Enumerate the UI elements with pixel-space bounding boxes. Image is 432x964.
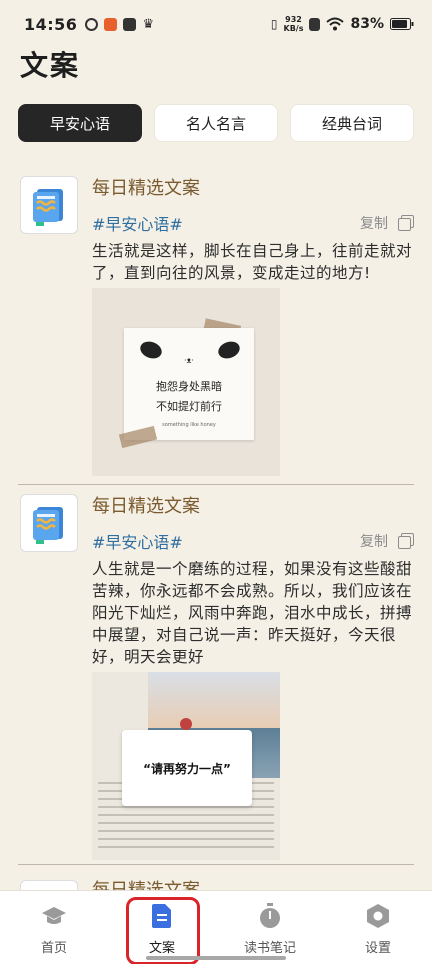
sim-off-icon bbox=[309, 17, 321, 31]
app-notification-icon bbox=[85, 17, 99, 31]
battery-icon bbox=[390, 18, 414, 30]
stopwatch-icon bbox=[257, 903, 283, 929]
page-title: 文案 bbox=[20, 49, 81, 82]
post-title: 每日精选文案 bbox=[92, 496, 200, 517]
bottom-navigation: 首页 文案 读书笔记 设置 bbox=[0, 890, 432, 964]
post-title: 每日精选文案 bbox=[92, 178, 200, 199]
post-card: 每日精选文案 #早安心语# 复制 人生就是一个磨练的过程，如果没有这些酸甜苦辣，… bbox=[0, 488, 432, 868]
nav-reading-notes-label: 读书笔记 bbox=[243, 941, 296, 956]
sky-photo bbox=[148, 672, 280, 728]
nav-home-label: 首页 bbox=[40, 941, 67, 956]
speed-unit: KB/s bbox=[283, 24, 304, 33]
vibrate-icon: ▯ bbox=[270, 17, 278, 31]
copy-button[interactable]: 复制 bbox=[360, 531, 414, 551]
status-time: 14:56 bbox=[24, 14, 78, 34]
post-hashtag[interactable]: #早安心语# bbox=[92, 529, 183, 553]
pin-icon bbox=[180, 718, 192, 730]
network-speed: 932 KB/s bbox=[284, 15, 304, 33]
book-avatar-icon bbox=[20, 176, 78, 234]
post-card: 每日精选文案 #早安心语# 复制 生活就是这样，脚长在自己身上，往前走就对了，直… bbox=[0, 170, 432, 488]
status-notification-icons: ♛ bbox=[85, 17, 154, 32]
nav-settings-label: 设置 bbox=[364, 941, 391, 956]
nav-home[interactable]: 首页 bbox=[0, 891, 108, 964]
note-line-1: 抱怨身处黑暗 bbox=[156, 380, 222, 393]
divider bbox=[18, 864, 414, 865]
tab-classic-lines[interactable]: 经典台词 bbox=[290, 104, 414, 142]
app-badge-icon bbox=[104, 17, 118, 31]
mail-icon bbox=[123, 17, 137, 31]
post-image[interactable]: ·ᴥ· 抱怨身处黑暗 不如提灯前行 something like honey bbox=[92, 288, 280, 476]
panda-note-card: ·ᴥ· 抱怨身处黑暗 不如提灯前行 something like honey bbox=[124, 328, 254, 440]
status-right: ▯ 932 KB/s 83% bbox=[271, 15, 414, 33]
divider bbox=[18, 484, 414, 485]
active-nav-highlight bbox=[126, 897, 200, 964]
note-line-2: 不如提灯前行 bbox=[156, 400, 222, 413]
copy-label: 复制 bbox=[360, 534, 388, 550]
post-text: 生活就是这样，脚长在自己身上，往前走就对了，直到向往的风景，变成走过的地方! bbox=[92, 242, 413, 282]
speed-value: 932 bbox=[285, 15, 302, 24]
tab-famous-quotes[interactable]: 名人名言 bbox=[154, 104, 278, 142]
motivation-card: “请再努力一点” bbox=[122, 730, 252, 806]
status-bar: 14:56 ♛ ▯ 932 KB/s 83% bbox=[0, 0, 432, 48]
nav-settings[interactable]: 设置 bbox=[324, 891, 432, 964]
post-feed: 每日精选文案 #早安心语# 复制 生活就是这样，脚长在自己身上，往前走就对了，直… bbox=[0, 170, 432, 868]
panda-face: ·ᴥ· bbox=[184, 356, 194, 365]
note-line-3: something like honey bbox=[162, 422, 216, 428]
copy-label: 复制 bbox=[360, 216, 388, 232]
copy-button[interactable]: 复制 bbox=[360, 213, 414, 233]
book-avatar-icon bbox=[20, 494, 78, 552]
hexagon-gear-icon bbox=[365, 903, 391, 929]
post-image[interactable]: “请再努力一点” bbox=[92, 672, 280, 860]
graduation-cap-icon bbox=[41, 903, 67, 929]
wifi-icon bbox=[326, 17, 345, 31]
copy-icon bbox=[398, 215, 414, 231]
home-indicator[interactable] bbox=[146, 956, 286, 960]
tab-morning-quotes[interactable]: 早安心语 bbox=[18, 104, 142, 142]
category-tabs: 早安心语 名人名言 经典台词 bbox=[18, 104, 414, 142]
post-hashtag[interactable]: #早安心语# bbox=[92, 211, 183, 235]
copy-icon bbox=[398, 533, 414, 549]
nav-reading-notes[interactable]: 读书笔记 bbox=[216, 891, 324, 964]
battery-percent: 83% bbox=[350, 16, 384, 32]
crown-icon: ♛ bbox=[142, 16, 155, 32]
post-text: 人生就是一个磨练的过程，如果没有这些酸甜苦辣，你永远都不会成熟。所以，我们应该在… bbox=[92, 560, 413, 666]
